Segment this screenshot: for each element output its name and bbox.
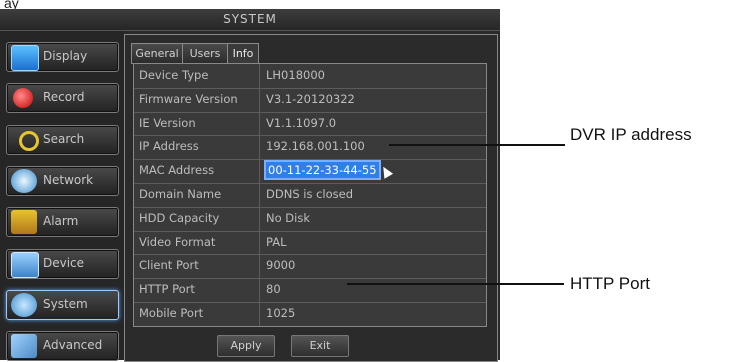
sidebar-item-label: Record (43, 90, 85, 104)
row-label: Video Format (134, 230, 260, 255)
sidebar-item-label: Display (43, 49, 88, 63)
sidebar-item-label: Device (43, 256, 85, 270)
sidebar-item-label: Search (43, 132, 85, 146)
info-panel: General Users Info Device Type LH018000 … (124, 34, 498, 362)
row-value: V3.1-20120322 (266, 91, 355, 106)
sidebar-item-label: Advanced (43, 338, 103, 352)
http-callout-label: HTTP Port (570, 274, 650, 293)
row-label: IE Version (134, 111, 260, 136)
sidebar-item-search[interactable]: Search (6, 125, 119, 155)
sidebar-item-alarm[interactable]: Alarm (6, 207, 119, 237)
sidebar-item-label: Network (43, 173, 94, 187)
monitor-icon (11, 45, 39, 71)
row-value: V1.1.1097.0 (266, 115, 337, 130)
alarm-icon (11, 210, 37, 234)
ip-address-value: 192.168.001.100 (266, 139, 365, 154)
row-label: Domain Name (134, 183, 260, 207)
mac-address-selection: 00-11-22-33-44-55 (264, 160, 381, 181)
sidebar-item-record[interactable]: Record (6, 83, 119, 113)
http-port-value: 80 (266, 282, 281, 297)
table-row: Client Port 9000 (134, 254, 486, 280)
table-row: Firmware Version V3.1-20120322 (134, 87, 486, 113)
table-row: IP Address 192.168.001.100 (134, 135, 486, 161)
table-row: Mobile Port 1025 (134, 302, 486, 326)
sidebar-item-system[interactable]: System (6, 290, 119, 320)
table-row: Domain Name DDNS is closed (134, 183, 486, 208)
row-value: LH018000 (266, 68, 325, 82)
tab-general[interactable]: General (131, 43, 183, 64)
info-table: Device Type LH018000 Firmware Version V3… (133, 63, 487, 327)
window-title: SYSTEM (0, 9, 500, 31)
sidebar-item-display[interactable]: Display (6, 42, 119, 72)
row-label: Firmware Version (134, 87, 260, 112)
table-row: HDD Capacity No Disk (134, 206, 486, 232)
system-gear-icon (11, 293, 37, 317)
table-row: MAC Address 00-11-22-33-44-55 (134, 159, 486, 184)
row-label: Client Port (134, 254, 260, 279)
table-row: HTTP Port 80 (134, 278, 486, 303)
table-row: Device Type LH018000 (134, 64, 486, 89)
sidebar-item-device[interactable]: Device (6, 249, 119, 279)
search-icon (19, 131, 39, 151)
tab-info[interactable]: Info (227, 43, 259, 64)
apply-button[interactable]: Apply (217, 335, 275, 357)
network-icon (11, 169, 37, 193)
row-value: DDNS is closed (266, 187, 354, 201)
dvr-window: SYSTEM Display Record Search Network Ala… (0, 9, 500, 362)
mac-address-value[interactable]: 00-11-22-33-44-55 (261, 159, 381, 183)
row-label: Device Type (134, 64, 260, 88)
device-icon (11, 252, 39, 278)
table-row: IE Version V1.1.1097.0 (134, 111, 486, 137)
row-value: PAL (266, 234, 287, 249)
tab-users[interactable]: Users (182, 43, 228, 64)
record-icon (13, 88, 33, 108)
row-label: HTTP Port (134, 278, 260, 302)
ip-callout-line (389, 144, 565, 146)
ip-callout-label: DVR IP address (570, 125, 692, 144)
sidebar-item-network[interactable]: Network (6, 166, 119, 196)
exit-button[interactable]: Exit (291, 335, 349, 357)
row-label: IP Address (134, 135, 260, 160)
row-label: Mobile Port (134, 302, 260, 326)
row-value: 1025 (266, 306, 296, 320)
row-value: No Disk (266, 210, 310, 225)
sidebar: Display Record Search Network Alarm Devi… (0, 31, 124, 361)
mouse-cursor-icon (378, 164, 394, 179)
sidebar-item-advanced[interactable]: Advanced (6, 331, 119, 361)
sidebar-item-label: Alarm (43, 214, 79, 228)
row-label: HDD Capacity (134, 206, 260, 231)
row-label: MAC Address (134, 159, 260, 183)
http-callout-line (347, 283, 564, 285)
table-row: Video Format PAL (134, 230, 486, 256)
advanced-tools-icon (11, 334, 37, 358)
row-value: 9000 (266, 258, 296, 273)
sidebar-item-label: System (43, 297, 88, 311)
